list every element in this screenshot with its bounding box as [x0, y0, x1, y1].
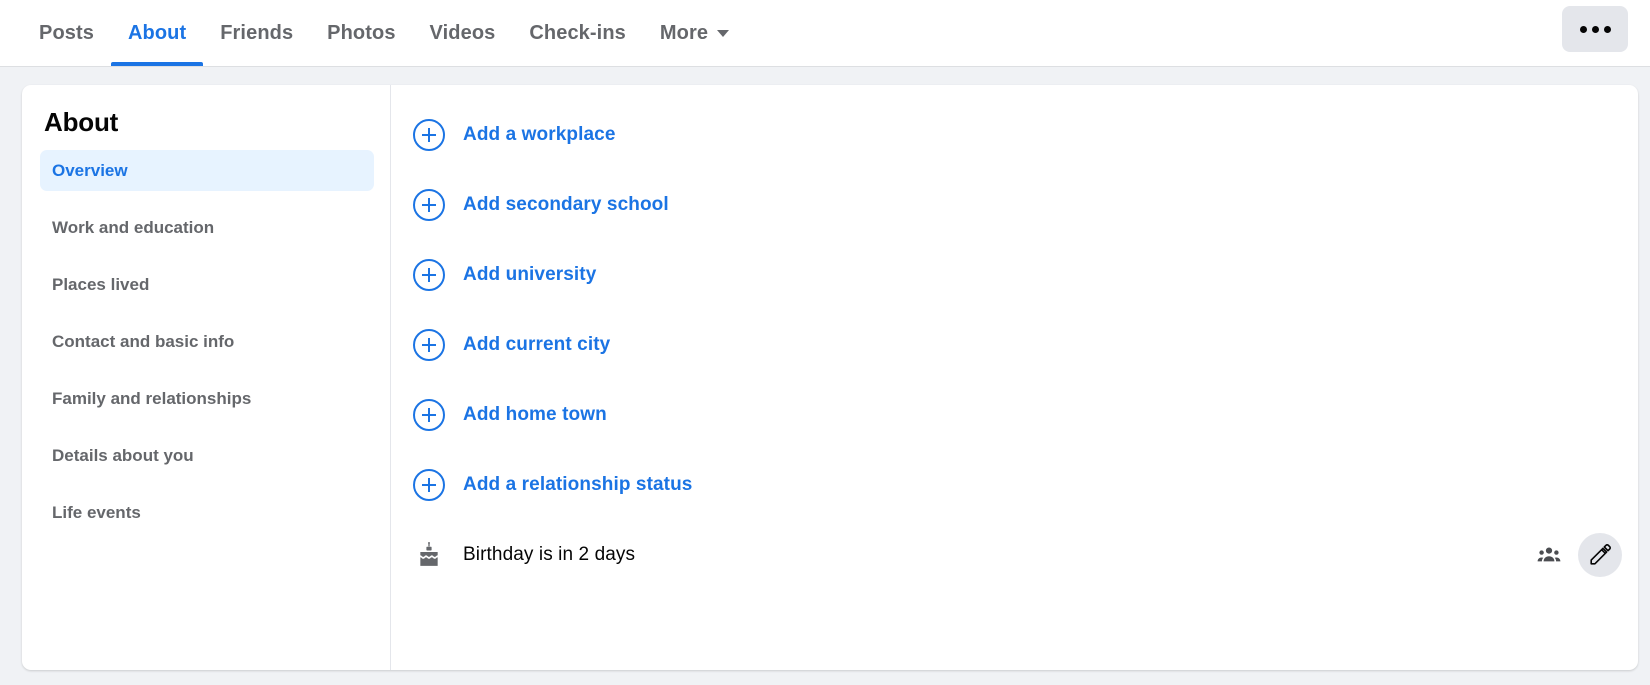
add-current-city-row[interactable]: Add current city: [413, 321, 1618, 368]
sidebar-item-label: Family and relationships: [52, 389, 252, 408]
edit-birthday-button[interactable]: [1578, 533, 1622, 577]
plus-circle-icon: [413, 258, 445, 291]
tab-friends-label: Friends: [220, 21, 294, 44]
more-options-icon: [1579, 25, 1587, 33]
tab-more[interactable]: More: [643, 0, 746, 66]
tab-check-ins[interactable]: Check-ins: [512, 0, 643, 66]
tab-videos-label: Videos: [429, 21, 496, 44]
add-home-town-label: Add home town: [463, 403, 607, 425]
add-workplace-label: Add a workplace: [463, 123, 616, 145]
about-card: About Overview Work and education Places…: [22, 85, 1638, 670]
profile-tab-bar: Posts About Friends Photos Videos Check-…: [0, 0, 1650, 67]
sidebar-item-label: Life events: [52, 503, 141, 522]
profile-tabs: Posts About Friends Photos Videos Check-…: [22, 0, 746, 66]
add-university-label: Add university: [463, 263, 597, 285]
add-university-row[interactable]: Add university: [413, 251, 1618, 298]
page-title: About: [44, 107, 119, 137]
add-relationship-status-row[interactable]: Add a relationship status: [413, 461, 1618, 508]
about-sidebar: About Overview Work and education Places…: [22, 85, 391, 670]
about-overview-panel: Add a workplace Add secondary school Add…: [391, 85, 1638, 670]
sidebar-item-label: Work and education: [52, 218, 215, 237]
sidebar-item-label: Details about you: [52, 446, 194, 465]
sidebar-item-family-and-relationships[interactable]: Family and relationships: [40, 378, 374, 419]
chevron-down-icon: [717, 29, 730, 37]
sidebar-item-work-and-education[interactable]: Work and education: [40, 207, 374, 248]
sidebar-item-overview[interactable]: Overview: [40, 150, 374, 191]
plus-circle-icon: [413, 468, 445, 501]
plus-circle-icon: [413, 398, 445, 431]
tab-about-label: About: [127, 21, 187, 44]
plus-circle-icon: [413, 118, 445, 151]
sidebar-item-label: Overview: [52, 161, 128, 180]
add-home-town-row[interactable]: Add home town: [413, 391, 1618, 438]
plus-circle-icon: [413, 188, 445, 221]
birthday-cake-icon: [413, 539, 445, 571]
add-relationship-status-label: Add a relationship status: [463, 473, 693, 495]
more-options-button[interactable]: [1562, 6, 1628, 52]
add-current-city-label: Add current city: [463, 333, 611, 355]
sidebar-item-label: Places lived: [52, 275, 150, 294]
add-secondary-school-row[interactable]: Add secondary school: [413, 181, 1618, 228]
tab-more-label: More: [659, 21, 709, 44]
sidebar-item-contact-and-basic-info[interactable]: Contact and basic info: [40, 321, 374, 362]
birthday-row-actions: [1536, 533, 1622, 577]
page-body: About Overview Work and education Places…: [0, 67, 1650, 685]
sidebar-item-life-events[interactable]: Life events: [40, 492, 374, 533]
tab-posts[interactable]: Posts: [22, 0, 111, 66]
tab-photos-label: Photos: [327, 21, 396, 44]
tab-about[interactable]: About: [110, 0, 204, 66]
sidebar-item-label: Contact and basic info: [52, 332, 235, 351]
sidebar-item-details-about-you[interactable]: Details about you: [40, 435, 374, 476]
tab-friends[interactable]: Friends: [203, 0, 310, 66]
sidebar-item-places-lived[interactable]: Places lived: [40, 264, 374, 305]
tab-photos[interactable]: Photos: [310, 0, 412, 66]
plus-circle-icon: [413, 328, 445, 361]
pencil-edit-icon: [1590, 544, 1611, 565]
more-options-icon: [1603, 25, 1611, 33]
tab-check-ins-label: Check-ins: [529, 21, 626, 44]
tab-videos[interactable]: Videos: [413, 0, 513, 66]
birthday-label: Birthday is in 2 days: [463, 544, 636, 565]
tab-posts-label: Posts: [39, 21, 94, 44]
more-options-icon: [1591, 25, 1599, 33]
add-workplace-row[interactable]: Add a workplace: [413, 111, 1618, 158]
friends-audience-icon[interactable]: [1536, 542, 1562, 568]
birthday-row: Birthday is in 2 days: [413, 531, 1622, 579]
add-secondary-school-label: Add secondary school: [463, 193, 669, 215]
